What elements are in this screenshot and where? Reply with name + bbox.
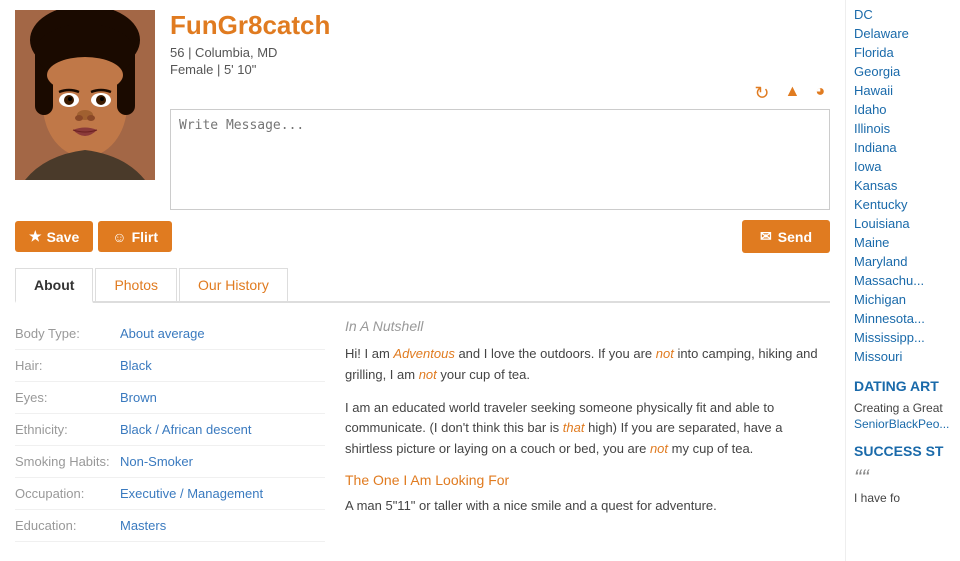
- detail-eyes: Eyes: Brown: [15, 382, 325, 414]
- message-box: [170, 109, 830, 210]
- value-education: Masters: [120, 518, 166, 533]
- left-buttons: ★ Save ☺ Flirt: [15, 221, 172, 252]
- profile-header: FunGr8catch 56 | Columbia, MD Female | 5…: [15, 10, 830, 210]
- state-iowa[interactable]: Iowa: [854, 157, 952, 176]
- detail-education: Education: Masters: [15, 510, 325, 542]
- dating-art-text: Creating a Great: [854, 400, 952, 417]
- label-body-type: Body Type:: [15, 326, 110, 341]
- action-buttons-row: ★ Save ☺ Flirt ✉ Send: [15, 220, 830, 253]
- location-icon[interactable]: ◕: [815, 83, 825, 104]
- profile-body: Body Type: About average Hair: Black Eye…: [15, 318, 830, 542]
- state-massachusetts[interactable]: Massachu...: [854, 271, 952, 290]
- state-dc[interactable]: DC: [854, 5, 952, 24]
- star-icon: ★: [29, 228, 42, 245]
- save-button[interactable]: ★ Save: [15, 221, 93, 252]
- detail-ethnicity: Ethnicity: Black / African descent: [15, 414, 325, 446]
- state-illinois[interactable]: Illinois: [854, 119, 952, 138]
- state-michigan[interactable]: Michigan: [854, 290, 952, 309]
- message-input[interactable]: [179, 118, 821, 198]
- state-maine[interactable]: Maine: [854, 233, 952, 252]
- profile-icon-row: ↻ ▲ ◕: [170, 83, 830, 104]
- state-maryland[interactable]: Maryland: [854, 252, 952, 271]
- success-text: I have fo: [854, 491, 952, 505]
- tab-our-history[interactable]: Our History: [179, 268, 288, 301]
- nutshell-text2: I am an educated world traveler seeking …: [345, 398, 830, 460]
- username: FunGr8catch: [170, 10, 830, 41]
- flirt-button[interactable]: ☺ Flirt: [98, 221, 172, 252]
- dating-art-title: DATING ART: [854, 378, 952, 394]
- state-louisiana[interactable]: Louisiana: [854, 214, 952, 233]
- nutshell-text1: Hi! I am Adventous and I love the outdoo…: [345, 344, 830, 386]
- label-eyes: Eyes:: [15, 390, 110, 405]
- bio-section: In A Nutshell Hi! I am Adventous and I l…: [345, 318, 830, 542]
- detail-occupation: Occupation: Executive / Management: [15, 478, 325, 510]
- tabs-row: About Photos Our History: [15, 268, 830, 303]
- meta-age-location: 56 | Columbia, MD: [170, 45, 830, 60]
- state-list: DC Delaware Florida Georgia Hawaii Idaho…: [854, 5, 952, 366]
- value-occupation: Executive / Management: [120, 486, 263, 501]
- state-florida[interactable]: Florida: [854, 43, 952, 62]
- save-label: Save: [47, 229, 80, 245]
- label-ethnicity: Ethnicity:: [15, 422, 110, 437]
- looking-heading: The One I Am Looking For: [345, 472, 830, 488]
- state-kansas[interactable]: Kansas: [854, 176, 952, 195]
- success-quote: ““: [854, 465, 952, 491]
- state-mississippi[interactable]: Mississipp...: [854, 328, 952, 347]
- state-missouri[interactable]: Missouri: [854, 347, 952, 366]
- profile-info: FunGr8catch 56 | Columbia, MD Female | 5…: [170, 10, 830, 210]
- value-smoking: Non-Smoker: [120, 454, 193, 469]
- flag-icon[interactable]: ▲: [784, 83, 800, 104]
- detail-hair: Hair: Black: [15, 350, 325, 382]
- label-smoking: Smoking Habits:: [15, 454, 110, 469]
- state-georgia[interactable]: Georgia: [854, 62, 952, 81]
- value-body-type: About average: [120, 326, 205, 341]
- value-ethnicity: Black / African descent: [120, 422, 252, 437]
- meta-gender-height: Female | 5' 10": [170, 62, 830, 77]
- looking-text: A man 5"11" or taller with a nice smile …: [345, 496, 830, 517]
- state-hawaii[interactable]: Hawaii: [854, 81, 952, 100]
- state-idaho[interactable]: Idaho: [854, 100, 952, 119]
- state-minnesota[interactable]: Minnesota...: [854, 309, 952, 328]
- state-kentucky[interactable]: Kentucky: [854, 195, 952, 214]
- value-hair: Black: [120, 358, 152, 373]
- nutshell-heading: In A Nutshell: [345, 318, 830, 334]
- label-occupation: Occupation:: [15, 486, 110, 501]
- right-sidebar: DC Delaware Florida Georgia Hawaii Idaho…: [845, 0, 960, 561]
- state-delaware[interactable]: Delaware: [854, 24, 952, 43]
- value-eyes: Brown: [120, 390, 157, 405]
- undo-icon[interactable]: ↻: [754, 83, 769, 104]
- profile-details: Body Type: About average Hair: Black Eye…: [15, 318, 325, 542]
- detail-smoking: Smoking Habits: Non-Smoker: [15, 446, 325, 478]
- send-icon: ✉: [760, 228, 772, 245]
- send-label: Send: [778, 229, 812, 245]
- label-education: Education:: [15, 518, 110, 533]
- flirt-label: Flirt: [132, 229, 158, 245]
- tab-photos[interactable]: Photos: [95, 268, 177, 301]
- smile-icon: ☺: [112, 229, 126, 245]
- label-hair: Hair:: [15, 358, 110, 373]
- dating-art-link[interactable]: SeniorBlackPeo...: [854, 417, 952, 431]
- detail-body-type: Body Type: About average: [15, 318, 325, 350]
- success-title: SUCCESS ST: [854, 443, 952, 459]
- send-button[interactable]: ✉ Send: [742, 220, 830, 253]
- avatar: [15, 10, 155, 180]
- state-indiana[interactable]: Indiana: [854, 138, 952, 157]
- tab-about[interactable]: About: [15, 268, 93, 303]
